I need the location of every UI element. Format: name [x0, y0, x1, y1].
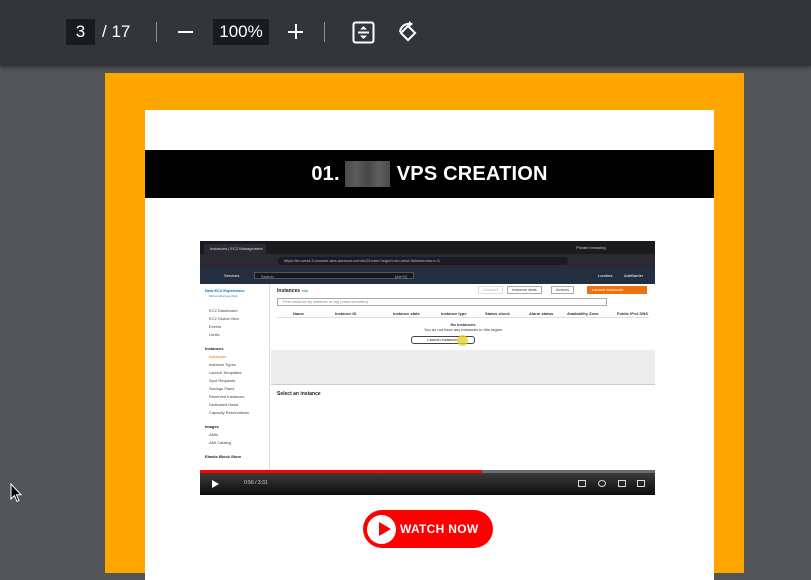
sidebar-item: Events — [209, 324, 222, 329]
subtitles-icon[interactable] — [578, 480, 586, 487]
sidebar-item: Instances — [209, 354, 227, 359]
pdf-page: 01. VPS CREATION Instances | EC2 Managem… — [105, 73, 744, 580]
sidebar-item: AMI Catalog — [209, 440, 232, 445]
url-field: https://eu-west-3.console.aws.amazon.com… — [278, 257, 568, 265]
banner-title: 01. VPS CREATION — [311, 161, 547, 187]
miniplayer-icon[interactable] — [618, 480, 626, 487]
banner-suffix: VPS CREATION — [396, 162, 548, 185]
blurred-word — [344, 161, 390, 187]
sidebar-item: EC2 Global View — [209, 316, 240, 321]
video-thumbnail[interactable]: Instances | EC2 Management C Private bro… — [200, 241, 655, 495]
sidebar-item: Reserved Instances — [209, 394, 245, 399]
column-header: Alarm status — [529, 311, 554, 316]
new-experience-toggle: New EC2 Experience — [205, 288, 245, 293]
aws-search-text: Search — [261, 274, 274, 279]
column-header: Status check — [485, 311, 510, 316]
mouse-pointer-icon — [10, 483, 22, 503]
video-time: 0:56 / 3:31 — [244, 480, 268, 486]
instances-title: Instances Info — [277, 288, 308, 294]
column-header: Instance state — [393, 311, 420, 316]
instance-state-button: Instance state — [507, 286, 542, 294]
page-number-input[interactable]: 3 — [66, 19, 95, 45]
pdf-toolbar: 3 / 17 100% — [0, 0, 811, 66]
region-label: Londres — [598, 273, 613, 278]
sidebar-header: Images — [205, 424, 219, 429]
address-bar: https://eu-west-3.console.aws.amazon.com… — [200, 254, 655, 267]
private-tab: Private browsing — [576, 245, 606, 250]
rotate-icon[interactable] — [395, 20, 421, 46]
instances-title-text: Instances — [277, 288, 301, 294]
aws-console: New EC2 Experience Tell us what you thin… — [200, 284, 655, 470]
select-instance-title: Select an instance — [277, 391, 321, 397]
details-panel: Select an instance — [271, 384, 655, 470]
feedback-link: Tell us what you think — [209, 294, 238, 298]
zoom-level-input[interactable]: 100% — [213, 19, 269, 45]
aws-search-shortcut: [Alt+S] — [395, 274, 407, 279]
panel-divider — [271, 350, 655, 384]
column-header: Name — [293, 311, 304, 316]
sidebar-item: Launch Templates — [209, 370, 242, 375]
section-banner: 01. VPS CREATION — [145, 150, 714, 198]
column-header: Public IPv4 DNS — [617, 311, 648, 316]
banner-prefix: 01. — [311, 162, 340, 185]
page-content: 01. VPS CREATION Instances | EC2 Managem… — [145, 110, 714, 580]
video-controls: 0:56 / 3:31 — [200, 473, 655, 495]
ec2-sidebar: New EC2 Experience Tell us what you thin… — [200, 284, 270, 470]
empty-state-text: You do not have any instances in this re… — [423, 327, 503, 332]
column-header: Instance type — [441, 311, 467, 316]
table-header: Name Instance ID Instance state Instance… — [277, 310, 649, 318]
launch-instances-button: Launch instances — [587, 286, 647, 294]
sidebar-header: Elastic Block Store — [205, 454, 242, 459]
aws-top-bar: Services Search [Alt+S] Londres AdeBarri… — [200, 267, 655, 284]
column-header: Availability Zone — [567, 311, 599, 316]
account-label: AdeBarrier — [624, 273, 644, 278]
empty-state: No instances You do not have any instanc… — [271, 322, 655, 332]
browser-tab: Instances | EC2 Management C — [204, 244, 266, 261]
aws-search: Search [Alt+S] — [254, 272, 414, 279]
zoom-out-icon[interactable] — [176, 20, 196, 44]
sidebar-item: Capacity Reservations — [209, 410, 250, 415]
sidebar-header: Instances — [205, 346, 224, 351]
toolbar-divider — [324, 22, 325, 42]
connect-button: Connect — [478, 286, 503, 294]
watch-now-label: WATCH NOW — [400, 522, 479, 536]
instances-panel: Instances Info Connect Instance state Ac… — [271, 284, 655, 470]
sidebar-item: AMIs — [209, 432, 219, 437]
sidebar-item: Dedicated Hosts — [209, 402, 239, 407]
sidebar-item: Instance Types — [209, 362, 236, 367]
sidebar-item: Spot Requests — [209, 378, 236, 383]
filter-input: Find instance by attribute or tag (case-… — [277, 298, 607, 306]
info-link: Info — [301, 288, 309, 293]
click-highlight — [457, 335, 468, 346]
browser-tab-bar: Instances | EC2 Management C Private bro… — [200, 241, 655, 261]
sidebar-item: Limits — [209, 332, 220, 337]
actions-button: Actions — [551, 286, 575, 294]
sidebar-item: Savings Plans — [209, 386, 235, 391]
settings-icon[interactable] — [598, 480, 606, 487]
services-menu: Services — [224, 273, 240, 278]
toolbar-divider — [156, 22, 157, 42]
sidebar-item: EC2 Dashboard — [209, 308, 238, 313]
play-icon[interactable] — [212, 480, 219, 488]
fit-page-icon[interactable] — [352, 21, 375, 44]
watch-now-button[interactable]: WATCH NOW — [363, 510, 493, 548]
column-header: Instance ID — [335, 311, 357, 316]
play-icon — [379, 522, 391, 536]
page-total: / 17 — [102, 22, 131, 41]
fullscreen-icon[interactable] — [637, 480, 645, 487]
zoom-in-icon[interactable] — [286, 20, 306, 44]
